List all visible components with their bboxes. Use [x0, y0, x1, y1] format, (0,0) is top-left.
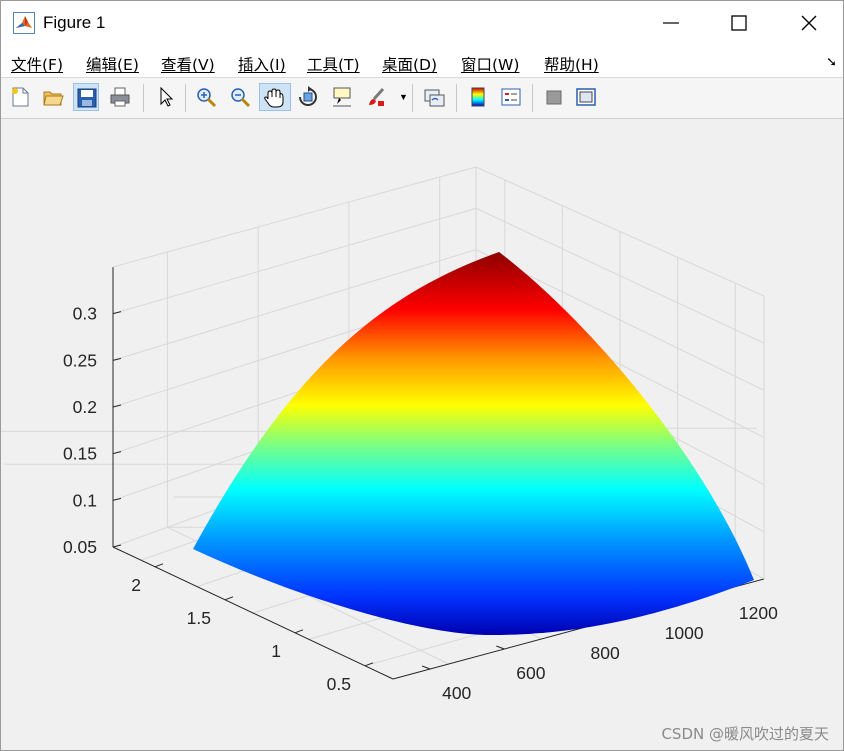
menu-file[interactable]: 文件(F) — [11, 53, 63, 75]
show-plot-tools-button[interactable] — [573, 83, 599, 111]
x-tick-label: 400 — [442, 683, 471, 703]
figure-canvas[interactable]: 0.05 0.1 0.15 0.2 0.25 0.3 0.5 1 1.5 2 400 600 800 10… — [1, 119, 843, 750]
insert-colorbar-button[interactable] — [465, 83, 491, 111]
toolbar-separator — [185, 84, 186, 112]
z-tick-label: 0.2 — [73, 397, 97, 417]
y-tick-label: 2 — [131, 575, 141, 595]
save-button[interactable] — [73, 83, 99, 111]
zoom-out-button[interactable] — [227, 83, 253, 111]
menu-desktop[interactable]: 桌面(D) — [382, 53, 437, 75]
minimize-button[interactable] — [643, 1, 699, 45]
new-figure-button[interactable] — [7, 83, 33, 111]
menu-tools[interactable]: 工具(T) — [307, 53, 360, 75]
z-tick-label: 0.25 — [63, 350, 97, 370]
pointer-icon — [160, 86, 174, 107]
data-cursor-button[interactable] — [329, 83, 355, 111]
save-icon — [77, 88, 97, 108]
legend-icon — [501, 88, 521, 106]
close-icon — [801, 15, 817, 31]
hide-plot-tools-button[interactable] — [541, 83, 567, 111]
z-tick-label: 0.1 — [73, 490, 97, 510]
y-tick-mark — [294, 629, 304, 634]
window-title: Figure 1 — [43, 13, 106, 32]
zoom-in-icon — [197, 88, 217, 108]
colorbar-icon — [471, 87, 485, 107]
y-tick-mark — [224, 596, 234, 601]
z-tick-label: 0.05 — [63, 537, 97, 557]
y-tick-mark — [154, 563, 164, 568]
brush-button[interactable] — [363, 83, 389, 111]
menu-edit[interactable]: 编辑(E) — [86, 53, 139, 75]
y-tick-label: 1.5 — [187, 608, 211, 628]
box-edge — [112, 166, 477, 268]
pan-icon — [264, 88, 284, 108]
matlab-logo-icon — [13, 12, 35, 34]
x-tick-mark — [421, 665, 431, 670]
pan-button[interactable] — [259, 83, 291, 111]
toolbar-separator — [532, 84, 533, 112]
insert-legend-button[interactable] — [498, 83, 524, 111]
link-plot-button[interactable] — [421, 83, 447, 111]
open-file-icon — [43, 91, 64, 106]
maximize-icon — [731, 15, 747, 31]
toolbar-separator — [143, 84, 144, 112]
y-tick-label: 0.5 — [327, 674, 351, 694]
x-tick-mark — [496, 645, 505, 650]
figure-window: Figure 1 文件(F) 编辑(E) 查看(V) 插入(I) 工具(T) 桌… — [0, 0, 844, 751]
hide-plot-tools-icon — [546, 90, 562, 105]
menu-bar: 文件(F) 编辑(E) 查看(V) 插入(I) 工具(T) 桌面(D) 窗口(W… — [1, 45, 843, 78]
dock-arrow-icon[interactable]: ➘ — [826, 54, 837, 70]
pointer-button[interactable] — [153, 83, 179, 111]
zoom-in-button[interactable] — [193, 83, 219, 111]
x-tick-label: 800 — [591, 643, 620, 663]
menu-insert[interactable]: 插入(I) — [238, 53, 286, 75]
x-tick-label: 1000 — [665, 623, 704, 643]
menu-help[interactable]: 帮助(H) — [544, 53, 599, 75]
data-cursor-icon — [333, 87, 351, 107]
x-tick-label: 600 — [516, 663, 545, 683]
title-bar: Figure 1 — [1, 1, 843, 45]
menu-view[interactable]: 查看(V) — [161, 53, 215, 75]
brush-dropdown-icon[interactable]: ▼ — [399, 92, 408, 102]
z-tick-label: 0.3 — [73, 304, 97, 324]
brush-icon — [369, 87, 385, 106]
surface-patch[interactable] — [193, 252, 754, 635]
link-plot-icon — [424, 89, 445, 107]
z-tick-label: 0.15 — [63, 444, 97, 464]
z-tick-mark — [112, 311, 122, 315]
y-tick-label: 1 — [271, 641, 281, 661]
open-file-button[interactable] — [40, 83, 66, 111]
maximize-button[interactable] — [711, 1, 767, 45]
x-tick-label: 1200 — [739, 603, 778, 623]
surface-plot[interactable]: 0.05 0.1 0.15 0.2 0.25 0.3 0.5 1 1.5 2 400 600 800 10… — [1, 119, 843, 750]
menu-window[interactable]: 窗口(W) — [461, 53, 519, 75]
new-figure-icon — [12, 87, 29, 107]
figure-toolbar: ▼ — [1, 78, 843, 119]
show-plot-tools-icon — [576, 88, 596, 106]
print-button[interactable] — [107, 83, 133, 111]
minimize-icon — [663, 22, 679, 24]
close-button[interactable] — [781, 1, 837, 45]
watermark: CSDN @暖风吹过的夏天 — [661, 725, 829, 743]
zoom-out-icon — [231, 88, 251, 108]
rotate-3d-icon — [299, 86, 317, 106]
toolbar-separator — [456, 84, 457, 112]
print-icon — [110, 87, 130, 107]
rotate-3d-button[interactable] — [295, 83, 321, 111]
toolbar-separator — [412, 84, 413, 112]
